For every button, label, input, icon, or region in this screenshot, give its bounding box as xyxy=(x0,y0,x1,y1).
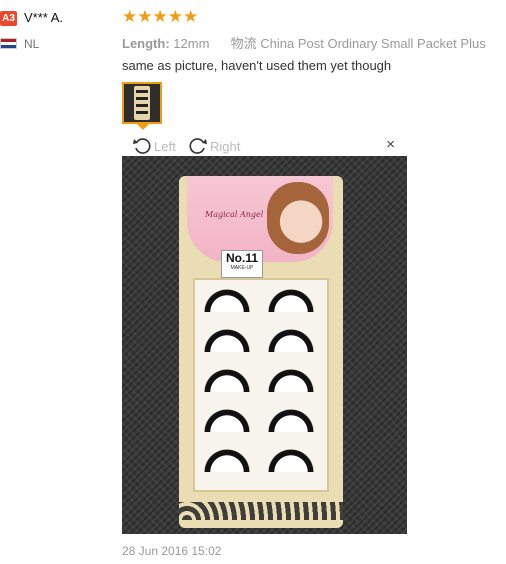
length-value: 12mm xyxy=(173,36,210,51)
reviewer-name: V*** A. xyxy=(24,10,64,25)
review-date: 28 Jun 2016 15:02 xyxy=(122,544,222,558)
lace-trim xyxy=(179,502,343,520)
rotate-right-label: Right xyxy=(210,138,241,154)
package-number-label: No.11 MAKE-UP xyxy=(221,250,263,278)
package-number: No.11 xyxy=(225,251,258,265)
lash-pair xyxy=(201,286,319,316)
length-label: Length: xyxy=(122,36,170,51)
rotate-left-label: Left xyxy=(154,138,176,154)
lash-pair xyxy=(201,366,319,396)
photo-thumbnail[interactable] xyxy=(122,82,162,124)
shipping-method: 物流 China Post Ordinary Small Packet Plus xyxy=(230,36,486,51)
review-text: same as picture, haven't used them yet t… xyxy=(122,58,392,73)
rotate-left-icon xyxy=(133,138,151,154)
level-badge: A3 xyxy=(0,11,17,26)
rotate-right-icon xyxy=(189,138,207,154)
close-viewer-button[interactable]: × xyxy=(386,136,395,153)
viewer-toolbar: Left Right × xyxy=(122,134,407,156)
lash-pair xyxy=(201,326,319,356)
rotate-right-button[interactable]: Right xyxy=(188,136,240,156)
lash-pair xyxy=(201,406,319,436)
flag-icon xyxy=(0,38,17,49)
package-sub-label: MAKE-UP xyxy=(230,265,254,271)
star-rating: ★★★★★ xyxy=(122,7,199,26)
lash-pair xyxy=(201,446,319,476)
thumbnail-pointer xyxy=(137,124,149,130)
model-face xyxy=(267,182,329,254)
package-brand: Magical Angel xyxy=(205,210,264,219)
lash-window xyxy=(193,278,329,492)
rotate-left-button[interactable]: Left xyxy=(132,136,176,156)
review-photo: Magical Angel No.11 MAKE-UP xyxy=(122,156,407,534)
review-meta: Length: 12mm 物流 China Post Ordinary Smal… xyxy=(122,33,486,52)
reviewer-country: NL xyxy=(24,37,40,51)
lash-package: Magical Angel No.11 MAKE-UP xyxy=(179,176,343,528)
